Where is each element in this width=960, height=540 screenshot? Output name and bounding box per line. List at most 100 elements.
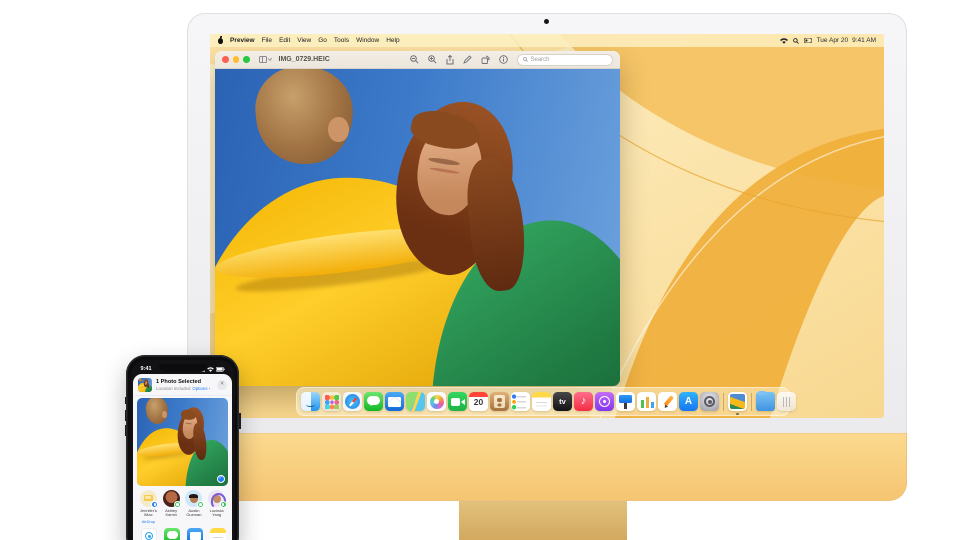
menu-item-preview[interactable]: Preview — [230, 37, 255, 44]
contact-name: Lucinda Yang — [209, 507, 224, 518]
control-center-icon[interactable] — [803, 38, 812, 43]
dock-icon-trash[interactable] — [777, 392, 796, 411]
menu-bar-date[interactable]: Tue Apr 20 — [817, 37, 849, 44]
dock-icon-reminders[interactable] — [511, 392, 530, 411]
dock-icon-photos[interactable] — [427, 392, 446, 411]
volume-down-button — [124, 425, 126, 436]
markup-pencil-icon[interactable] — [463, 55, 472, 64]
dock-icon-settings[interactable] — [700, 392, 719, 411]
share-app-messages[interactable] — [164, 528, 180, 540]
airdrop-contact-lucinda[interactable]: Lucinda Yang — [205, 490, 228, 524]
airdrop-badge — [174, 501, 182, 508]
search-field[interactable]: Search — [517, 53, 613, 66]
menu-item-window[interactable]: Window — [356, 37, 379, 44]
dock-icon-safari[interactable] — [343, 392, 362, 411]
avatar — [139, 490, 159, 508]
share-icon[interactable] — [446, 54, 454, 65]
dock-icon-music[interactable] — [574, 392, 593, 411]
contact-name: Austin Guzman — [186, 507, 202, 518]
close-icon[interactable]: ✕ — [217, 380, 227, 390]
share-apps-row — [133, 524, 232, 540]
airdrop-badge — [219, 501, 227, 508]
iphone-notch — [158, 364, 207, 372]
sidebar-toggle-button[interactable] — [258, 56, 272, 63]
dock-separator — [723, 392, 724, 411]
imac-stand — [459, 501, 627, 540]
options-link[interactable]: Options › — [192, 386, 210, 391]
search-placeholder: Search — [530, 56, 550, 63]
share-sheet-header: 1 Photo Selected Location Included Optio… — [133, 374, 232, 396]
menu-bar-status: Tue Apr 20 9:41 AM — [779, 37, 876, 44]
iphone-screen: 9:41 1 Photo Selected Location Included … — [130, 359, 235, 540]
menu-items: Preview File Edit View Go Tools Window Help — [230, 37, 407, 44]
dock-icon-keynote[interactable] — [616, 392, 635, 411]
share-app-mail[interactable] — [187, 528, 203, 540]
battery-icon — [215, 366, 225, 372]
dock-icon-tv[interactable] — [553, 392, 572, 411]
photo-couple — [138, 378, 152, 392]
airdrop-contact-austin[interactable]: Austin Guzman — [183, 490, 206, 524]
dock-icon-appstore[interactable] — [679, 392, 698, 411]
share-sheet: 1 Photo Selected Location Included Optio… — [133, 374, 232, 540]
dock-separator — [751, 392, 752, 411]
dock-icon-finder[interactable] — [301, 392, 320, 411]
preview-titlebar[interactable]: IMG_0729.HEIC Search — [215, 51, 620, 69]
wifi-icon[interactable] — [779, 37, 788, 44]
dock-icon-podcasts[interactable] — [595, 392, 614, 411]
menu-item-go[interactable]: Go — [318, 37, 327, 44]
search-icon — [523, 57, 528, 62]
dock-icon-maps[interactable] — [406, 392, 425, 411]
share-sheet-title: 1 Photo Selected — [156, 379, 202, 385]
window-title: IMG_0729.HEIC — [278, 56, 330, 63]
preview-toolbar: Search — [410, 53, 613, 66]
imac-camera — [544, 19, 549, 24]
dock-icon-messages[interactable] — [364, 392, 383, 411]
photo-couple — [137, 398, 228, 486]
share-app-airdrop[interactable] — [141, 528, 157, 540]
menu-item-view[interactable]: View — [297, 37, 311, 44]
zoom-button[interactable] — [243, 56, 250, 63]
photo-couple — [215, 69, 620, 386]
minimize-button[interactable] — [232, 56, 239, 63]
info-icon[interactable] — [499, 55, 508, 64]
dock-icon-pages[interactable] — [658, 392, 677, 411]
menu-item-edit[interactable]: Edit — [279, 37, 290, 44]
calendar-day: 20 — [473, 397, 484, 407]
photo-thumbnail — [138, 378, 152, 392]
airdrop-contact-jennifers-imac[interactable]: Jennifer's iMac AirDrop — [137, 490, 160, 524]
menu-bar-time[interactable]: 9:41 AM — [852, 37, 876, 44]
dock-icon-facetime[interactable] — [448, 392, 467, 411]
menu-item-help[interactable]: Help — [386, 37, 399, 44]
mute-switch — [124, 397, 126, 404]
close-button[interactable] — [222, 56, 229, 63]
menu-item-tools[interactable]: Tools — [334, 37, 349, 44]
contact-name: Ashley Kamin — [165, 507, 178, 518]
zoom-in-icon[interactable] — [428, 55, 437, 64]
dock-icon-downloads[interactable] — [756, 390, 775, 411]
dock-icon-launchpad[interactable] — [322, 392, 341, 411]
share-sheet-subtitle: Location Included — [156, 386, 191, 391]
dock-icon-mail[interactable] — [385, 392, 404, 411]
avatar — [208, 490, 227, 509]
airdrop-contact-ashley[interactable]: Ashley Kamin — [160, 490, 183, 524]
airdrop-badge — [196, 501, 204, 508]
airdrop-badge — [151, 501, 159, 508]
preview-photo-canvas[interactable] — [215, 69, 620, 386]
volume-up-button — [124, 410, 126, 421]
search-icon[interactable] — [792, 37, 799, 44]
preview-window: IMG_0729.HEIC Search — [215, 51, 620, 386]
dock-icon-preview[interactable] — [728, 392, 747, 415]
menu-item-file[interactable]: File — [262, 37, 272, 44]
apple-menu-icon[interactable] — [218, 35, 223, 44]
dock-icon-calendar[interactable]: 20 — [469, 392, 488, 411]
dock-icon-notes[interactable] — [532, 392, 551, 411]
dock-icon-numbers[interactable] — [637, 392, 656, 411]
imac-chin — [187, 433, 907, 501]
share-app-notes[interactable] — [210, 528, 226, 540]
avatar — [162, 490, 182, 508]
dock-icon-contacts[interactable] — [490, 392, 509, 411]
iphone: 9:41 1 Photo Selected Location Included … — [124, 355, 241, 540]
zoom-out-icon[interactable] — [410, 55, 419, 64]
rotate-icon[interactable] — [481, 55, 490, 64]
selected-photo[interactable]: ✓ — [137, 398, 228, 486]
